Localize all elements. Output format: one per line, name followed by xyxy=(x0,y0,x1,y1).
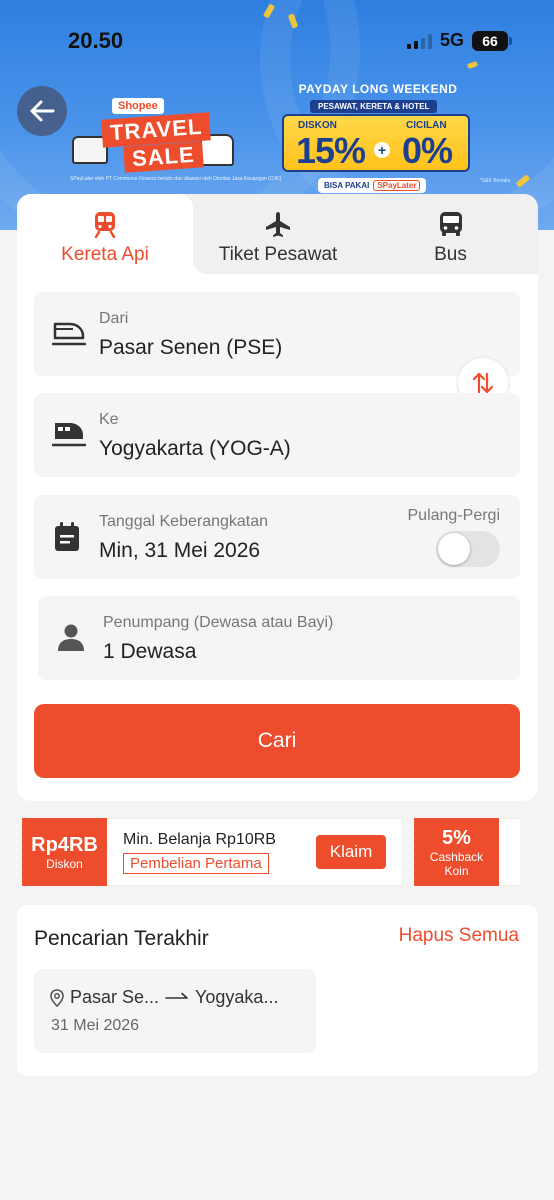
round-trip-toggle[interactable] xyxy=(436,531,500,567)
voucher-type: Cashback Koin xyxy=(429,849,484,878)
origin-label: Dari xyxy=(99,310,129,327)
discount-value: 15% xyxy=(296,130,366,171)
status-icons: 5G 66 xyxy=(406,30,512,51)
promo-categories: PESAWAT, KERETA & HOTEL xyxy=(310,100,438,113)
toggle-knob xyxy=(438,533,470,565)
tab-label: Bus xyxy=(434,244,467,265)
tab-bus[interactable]: Bus xyxy=(363,194,538,274)
tab-label: Kereta Api xyxy=(61,244,149,265)
paylater-badge: BISA PAKAI SPayLater xyxy=(318,178,427,193)
date-value: Min, 31 Mei 2026 xyxy=(99,539,261,562)
arrow-left-icon xyxy=(30,100,55,122)
train-departure-icon xyxy=(52,322,86,346)
voucher-value: Rp4RB Diskon xyxy=(22,818,107,886)
clear-all-link[interactable]: Hapus Semua xyxy=(399,925,519,947)
battery-icon: 66 xyxy=(472,30,512,51)
promo-offer: PAYDAY LONG WEEKEND PESAWAT, KERETA & HO… xyxy=(282,80,472,198)
voucher-card[interactable]: Rp4RB Diskon Min. Belanja Rp10RB Pembeli… xyxy=(22,818,403,886)
installment-value: 0% xyxy=(402,130,453,171)
pay-with-label: BISA PAKAI xyxy=(324,181,370,190)
recent-route: Pasar Se... Yogyaka... xyxy=(50,987,278,1008)
banner-fine-print: SPayLater oleh PT Commerce Finance beriz… xyxy=(70,176,282,182)
round-trip-label: Pulang-Pergi xyxy=(407,507,501,524)
voucher-tag: Pembelian Pertama xyxy=(123,853,269,874)
passenger-value: 1 Dewasa xyxy=(103,640,197,663)
arrow-right-icon xyxy=(165,992,188,999)
terms-note: *S&K Berlaku xyxy=(480,178,511,184)
promo-headline: PAYDAY LONG WEEKEND xyxy=(298,82,458,96)
airplane-icon xyxy=(266,212,290,237)
network-type: 5G xyxy=(439,30,464,50)
plus-icon: + xyxy=(374,142,390,158)
recent-destination: Yogyaka... xyxy=(195,987,279,1007)
search-button[interactable]: Cari xyxy=(34,704,520,778)
recent-searches-title: Pencarian Terakhir xyxy=(34,927,209,950)
person-icon xyxy=(58,624,84,651)
voucher-amount: 5% xyxy=(442,826,471,849)
promo-discount-box: DISKON 15% + CICILAN 0% xyxy=(282,114,470,172)
origin-value: Pasar Senen (PSE) xyxy=(99,336,283,359)
signal-icon xyxy=(406,33,432,49)
calendar-icon xyxy=(55,522,79,551)
voucher-min-spend: Min. Belanja Rp10RB xyxy=(123,831,276,848)
departure-date-field[interactable]: Tanggal Keberangkatan Min, 31 Mei 2026 P… xyxy=(34,495,520,579)
recent-search-item[interactable]: Pasar Se... Yogyaka... 31 Mei 2026 xyxy=(34,969,316,1053)
recent-origin: Pasar Se... xyxy=(70,987,160,1007)
tab-label: Tiket Pesawat xyxy=(218,244,338,265)
claim-button[interactable]: Klaim xyxy=(316,835,386,869)
voucher-type: Diskon xyxy=(46,856,83,871)
sale-word: SALE xyxy=(123,141,204,173)
voucher-carousel[interactable]: Rp4RB Diskon Min. Belanja Rp10RB Pembeli… xyxy=(22,818,520,886)
booking-card: Kereta Api Tiket Pesawat Bus Dari Pasar … xyxy=(17,194,538,801)
destination-field[interactable]: Ke Yogyakarta (YOG-A) xyxy=(34,393,520,477)
transport-tabs: Kereta Api Tiket Pesawat Bus xyxy=(17,194,538,274)
voucher-details: Min. Belanja Rp10RB Pembelian Pertama Kl… xyxy=(107,818,403,886)
tab-kereta-api[interactable]: Kereta Api xyxy=(17,194,207,274)
spaylater-logo: SPayLater xyxy=(373,180,421,191)
voucher-value: 5% Cashback Koin xyxy=(411,818,499,886)
tab-tiket-pesawat[interactable]: Tiket Pesawat xyxy=(193,194,363,274)
recent-searches: Pencarian Terakhir Hapus Semua Pasar Se.… xyxy=(17,905,538,1076)
train-icon xyxy=(94,212,116,238)
date-label: Tanggal Keberangkatan xyxy=(99,513,269,530)
origin-field[interactable]: Dari Pasar Senen (PSE) xyxy=(34,292,520,376)
train-arrival-icon xyxy=(52,423,86,447)
voucher-details xyxy=(499,818,520,886)
bus-icon xyxy=(439,212,462,236)
travel-sale-logo: Shopee TRAVEL SALE xyxy=(72,96,242,180)
status-time: 20.50 xyxy=(68,28,124,53)
location-pin-icon xyxy=(50,988,64,1007)
destination-value: Yogyakarta (YOG-A) xyxy=(99,437,291,460)
shopee-brand: Shopee xyxy=(112,98,164,114)
back-button[interactable] xyxy=(17,86,67,136)
swap-arrows-icon xyxy=(472,372,494,394)
voucher-card[interactable]: 5% Cashback Koin xyxy=(411,818,520,886)
recent-date: 31 Mei 2026 xyxy=(51,1017,140,1034)
passenger-label: Penumpang (Dewasa atau Bayi) xyxy=(103,614,334,631)
voucher-amount: Rp4RB xyxy=(31,833,98,856)
destination-label: Ke xyxy=(99,411,119,428)
passenger-field[interactable]: Penumpang (Dewasa atau Bayi) 1 Dewasa xyxy=(38,596,520,680)
